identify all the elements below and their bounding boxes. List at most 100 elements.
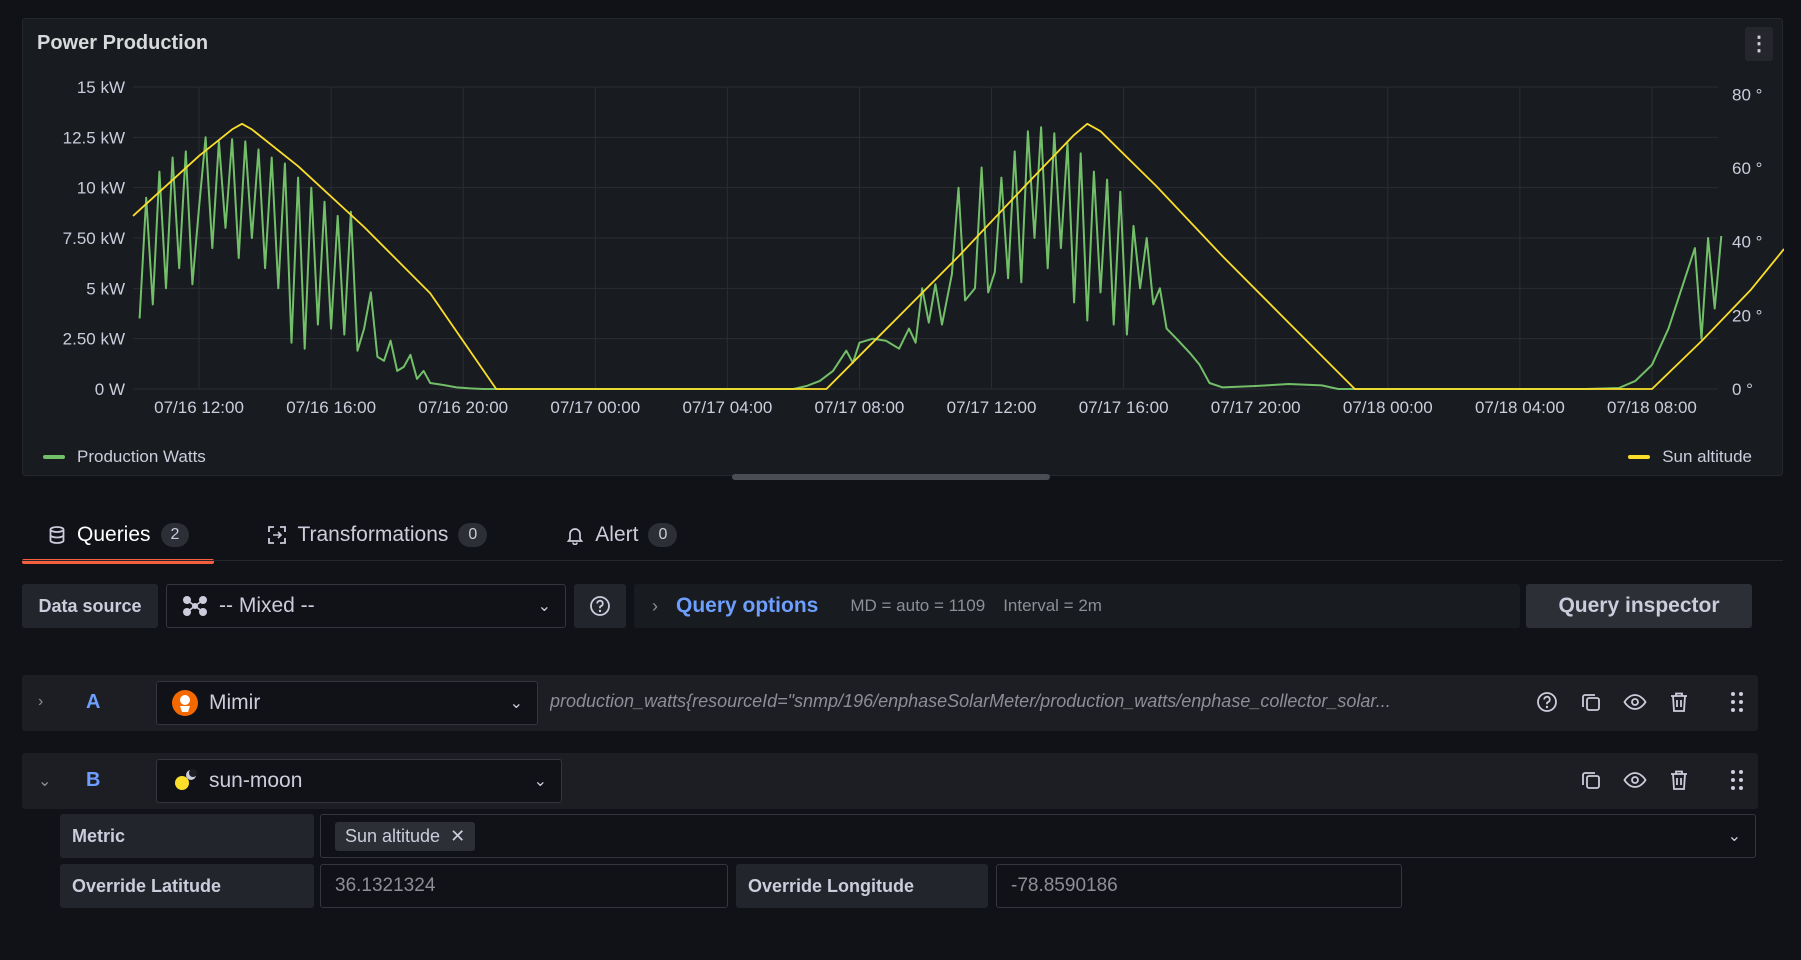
chevron-down-icon: ⌄ xyxy=(509,695,523,712)
drag-handle-icon[interactable] xyxy=(1724,767,1750,793)
mimir-icon xyxy=(172,690,198,716)
y-left-tick-label: 2.50 kW xyxy=(63,330,125,349)
query-a-actions xyxy=(1534,689,1750,715)
help-icon xyxy=(590,596,610,616)
override-longitude-input[interactable]: -78.8590186 xyxy=(996,864,1402,908)
sun-moon-icon xyxy=(175,769,197,790)
expand-chevron-icon[interactable]: › xyxy=(38,693,43,711)
override-longitude-label: Override Longitude xyxy=(736,864,988,908)
tab-queries-count: 2 xyxy=(160,523,190,547)
override-latitude-input[interactable]: 36.1321324 xyxy=(320,864,728,908)
chevron-down-icon: ⌄ xyxy=(537,598,551,615)
chevron-down-icon: ⌄ xyxy=(1727,828,1741,845)
query-options-bar[interactable]: › Query options MD = auto = 1109 Interva… xyxy=(634,584,1520,628)
bell-icon xyxy=(567,528,584,545)
x-tick-label: 07/17 00:00 xyxy=(550,398,640,417)
x-tick-label: 07/17 08:00 xyxy=(815,398,905,417)
tab-transformations[interactable]: Transformations 0 xyxy=(242,510,512,560)
metric-tag-label: Sun altitude xyxy=(345,825,441,846)
panel-resize-handle[interactable] xyxy=(732,474,1050,480)
drag-handle-icon[interactable] xyxy=(1724,689,1750,715)
query-row-b: ⌄ B sun-moon ⌄ xyxy=(22,753,1758,809)
legend-sun[interactable]: Sun altitude xyxy=(1628,447,1752,467)
y-left-tick-label: 12.5 kW xyxy=(63,128,125,147)
collapse-chevron-icon[interactable]: ⌄ xyxy=(38,771,51,791)
query-options-md: MD = auto = 1109 xyxy=(850,596,986,615)
duplicate-icon[interactable] xyxy=(1578,689,1604,715)
tab-queries-label: Queries xyxy=(77,523,151,546)
sun-altitude-line xyxy=(132,122,1784,390)
datasource-value: -- Mixed -- xyxy=(219,594,315,617)
y-right-tick-label: 80 ° xyxy=(1732,85,1762,104)
x-tick-label: 07/17 20:00 xyxy=(1211,398,1301,417)
panel-title: Power Production xyxy=(37,32,209,54)
query-row-a: › A Mimir ⌄ production_watts{resourceId=… xyxy=(22,675,1758,731)
legend-swatch-sun xyxy=(1628,455,1651,459)
metric-tag: Sun altitude ✕ xyxy=(335,821,476,851)
override-latitude-label: Override Latitude xyxy=(60,864,314,908)
x-tick-label: 07/17 16:00 xyxy=(1079,398,1169,417)
query-b-datasource-select[interactable]: sun-moon ⌄ xyxy=(156,759,562,803)
y-left-tick-label: 7.50 kW xyxy=(63,229,125,248)
tab-transformations-label: Transformations xyxy=(297,523,449,546)
query-ref-id[interactable]: A xyxy=(86,691,100,714)
x-tick-label: 07/17 04:00 xyxy=(682,398,772,417)
tab-alert-label: Alert xyxy=(595,523,639,546)
close-icon[interactable]: ✕ xyxy=(450,826,465,847)
query-inspector-button[interactable]: Query inspector xyxy=(1526,584,1752,628)
tab-queries[interactable]: Queries 2 xyxy=(22,510,215,564)
metric-label: Metric xyxy=(60,814,314,858)
trash-icon[interactable] xyxy=(1666,689,1692,715)
y-right-tick-label: 40 ° xyxy=(1732,233,1762,252)
query-options-interval: Interval = 2m xyxy=(1003,596,1102,615)
power-chart: 0 W 2.50 kW 5 kW 7.50 kW 10 kW 12.5 kW 15 kW 0 … xyxy=(63,78,1784,417)
y-left-tick-label: 10 kW xyxy=(77,179,125,198)
help-icon[interactable] xyxy=(1534,689,1560,715)
y-right-tick-label: 0 ° xyxy=(1732,380,1753,399)
x-tick-label: 07/18 08:00 xyxy=(1607,398,1697,417)
tabs-divider xyxy=(22,560,1783,561)
y-left-tick-label: 0 W xyxy=(95,380,125,399)
y-right-tick-label: 60 ° xyxy=(1732,159,1762,178)
y-left-tick-label: 15 kW xyxy=(77,78,125,97)
x-tick-label: 07/18 04:00 xyxy=(1475,398,1565,417)
chevron-right-icon: › xyxy=(652,595,658,616)
editor-tabs: Queries 2 Transformations 0 Alert 0 xyxy=(22,510,702,564)
trash-icon[interactable] xyxy=(1666,767,1692,793)
tab-transformations-count: 0 xyxy=(458,523,488,547)
query-options-title[interactable]: Query options xyxy=(676,594,818,618)
query-a-datasource-select[interactable]: Mimir ⌄ xyxy=(156,681,538,725)
metric-select[interactable]: Sun altitude ✕ ⌄ xyxy=(320,814,1756,858)
legend-label-production: Production Watts xyxy=(77,447,206,466)
database-icon xyxy=(49,526,65,544)
mixed-datasource-icon xyxy=(183,596,207,616)
panel-menu-icon[interactable]: ⋮ xyxy=(1745,27,1773,61)
legend-production[interactable]: Production Watts xyxy=(43,447,206,467)
tab-alert-count: 0 xyxy=(648,523,678,547)
query-a-expression[interactable]: production_watts{resourceId="snmp/196/en… xyxy=(550,691,1546,712)
query-b-datasource-name: sun-moon xyxy=(209,769,303,792)
query-ref-id[interactable]: B xyxy=(86,769,100,792)
legend-label-sun: Sun altitude xyxy=(1662,447,1752,466)
x-tick-label: 07/16 16:00 xyxy=(286,398,376,417)
x-tick-label: 07/18 00:00 xyxy=(1343,398,1433,417)
tab-alert[interactable]: Alert 0 xyxy=(540,510,702,560)
y-left-tick-label: 5 kW xyxy=(86,279,125,298)
legend-swatch-production xyxy=(43,455,65,459)
x-tick-label: 07/17 12:00 xyxy=(947,398,1037,417)
power-production-panel: 0 W 2.50 kW 5 kW 7.50 kW 10 kW 12.5 kW 15 kW 0 … xyxy=(22,18,1784,476)
datasource-label: Data source xyxy=(22,584,158,628)
eye-icon[interactable] xyxy=(1622,767,1648,793)
datasource-select[interactable]: -- Mixed -- ⌄ xyxy=(166,584,566,628)
datasource-help-button[interactable] xyxy=(574,584,626,628)
production-watts-line xyxy=(138,126,1723,390)
chevron-down-icon: ⌄ xyxy=(533,773,547,790)
x-tick-label: 07/16 20:00 xyxy=(418,398,508,417)
eye-icon[interactable] xyxy=(1622,689,1648,715)
x-tick-label: 07/16 12:00 xyxy=(154,398,244,417)
transform-icon xyxy=(268,526,287,544)
y-right-tick-label: 20 ° xyxy=(1732,306,1762,325)
query-b-actions xyxy=(1578,767,1750,793)
query-a-datasource-name: Mimir xyxy=(209,691,261,714)
duplicate-icon[interactable] xyxy=(1578,767,1604,793)
